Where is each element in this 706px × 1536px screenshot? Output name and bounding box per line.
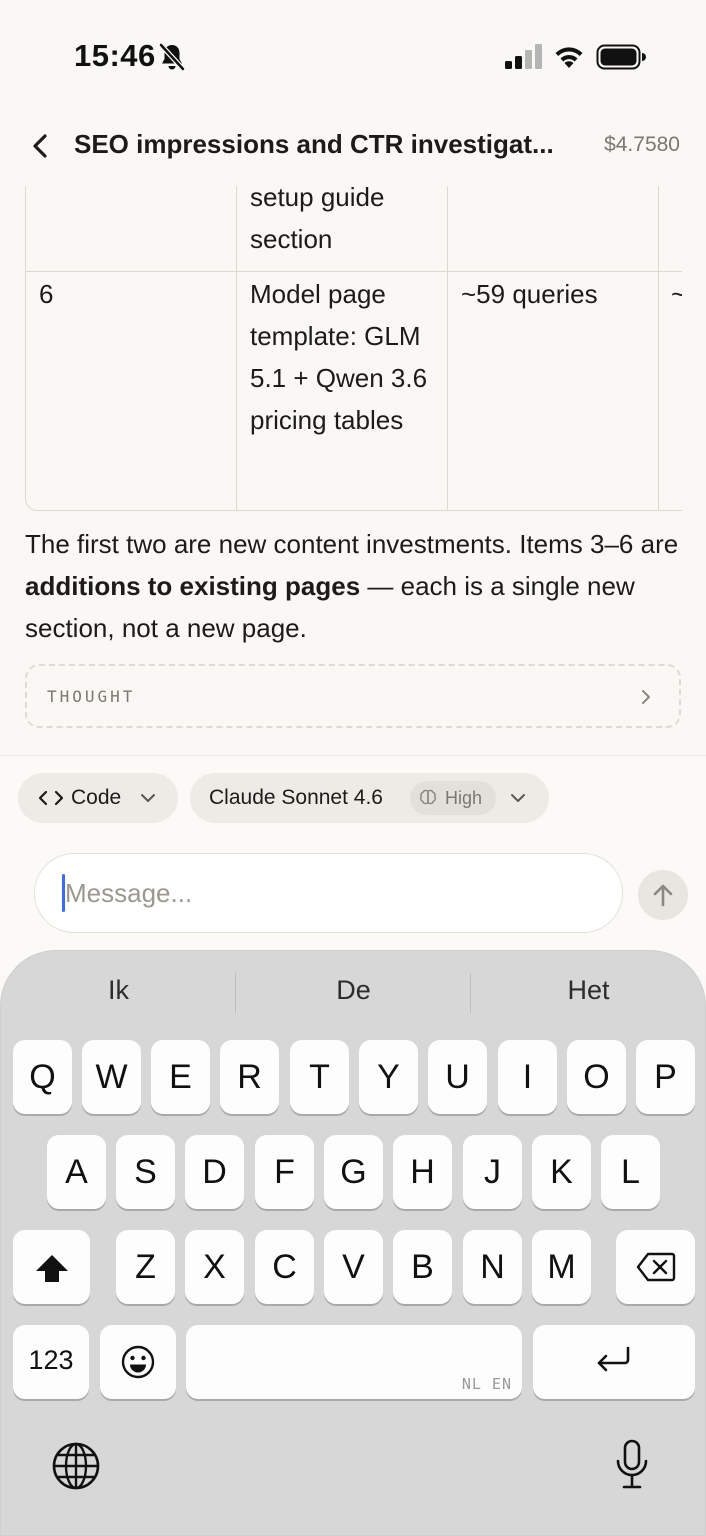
battery-icon [596,44,646,70]
backspace-key[interactable] [616,1230,695,1304]
key-a[interactable]: A [47,1135,106,1209]
table-cell: Model page template: GLM 5.1 + Qwen 3.6 … [237,272,448,510]
shift-key[interactable] [13,1230,90,1304]
send-button[interactable] [638,870,688,920]
table-cell [448,186,659,271]
composer: Code Claude Sonnet 4.6 High Message... [0,755,706,975]
key-j[interactable]: J [463,1135,522,1209]
bell-slash-icon [159,43,185,71]
emoji-key[interactable] [100,1325,176,1399]
table-cell: 6 [26,272,237,510]
key-e[interactable]: E [151,1040,210,1114]
numbers-key-label: 123 [28,1345,74,1375]
key-p[interactable]: P [636,1040,695,1114]
key-s[interactable]: S [116,1135,175,1209]
back-button[interactable] [24,126,56,166]
shift-icon [36,1255,68,1282]
key-o[interactable]: O [567,1040,626,1114]
key-y[interactable]: Y [359,1040,418,1114]
wifi-icon [555,47,583,68]
emoji-icon [121,1345,155,1379]
key-f[interactable]: F [255,1135,314,1209]
brain-icon [419,789,437,805]
space-language-indicator: NL EN [461,1375,512,1393]
table-cell: ~ [659,272,682,510]
key-g[interactable]: G [324,1135,383,1209]
globe-icon[interactable] [51,1441,101,1491]
chevron-down-icon [511,794,525,802]
table-cell [26,186,237,271]
numbers-key[interactable]: 123 [13,1325,89,1399]
onscreen-keyboard: Ik De Het Q W E R T Y U I O P A S D F G … [0,950,706,1536]
markdown-table: setup guide section 6 Model page templat… [25,186,682,511]
chat-header: SEO impressions and CTR investigat... $4… [0,118,706,174]
space-key[interactable]: NL EN [186,1325,522,1399]
cost-badge: $4.7580 [604,133,680,156]
key-r[interactable]: R [220,1040,279,1114]
microphone-icon[interactable] [614,1439,650,1491]
model-label: Claude Sonnet 4.6 [209,786,383,809]
table-row: 6 Model page template: GLM 5.1 + Qwen 3.… [26,272,682,510]
code-icon [38,790,64,806]
effort-label: High [445,788,483,808]
key-l[interactable]: L [601,1135,660,1209]
key-z[interactable]: Z [116,1230,175,1304]
table-cell: ~59 queries [448,272,659,510]
key-h[interactable]: H [393,1135,452,1209]
table-cell [659,186,682,271]
key-t[interactable]: T [290,1040,349,1114]
thought-toggle[interactable]: THOUGHT [25,664,681,728]
key-b[interactable]: B [393,1230,452,1304]
key-d[interactable]: D [185,1135,244,1209]
return-icon [597,1346,630,1372]
suggestion-1[interactable]: Ik [1,975,236,1006]
chevron-down-icon [141,794,155,802]
suggestion-2[interactable]: De [236,975,471,1006]
key-i[interactable]: I [498,1040,557,1114]
thought-label: THOUGHT [47,687,136,706]
key-q[interactable]: Q [13,1040,72,1114]
key-v[interactable]: V [324,1230,383,1304]
key-x[interactable]: X [185,1230,244,1304]
status-time: 15:46 [74,38,156,73]
table-row: setup guide section [26,186,682,272]
model-selector[interactable]: Claude Sonnet 4.6 High [190,773,549,823]
message-placeholder: Message... [65,878,193,908]
return-key[interactable] [533,1325,695,1399]
effort-badge: High [410,781,496,815]
chevron-right-icon [642,690,650,704]
suggestion-3[interactable]: Het [471,975,706,1006]
assistant-message-paragraph: The first two are new content investment… [25,529,679,643]
chat-title: SEO impressions and CTR investigat... [74,129,554,159]
mode-selector[interactable]: Code [18,773,178,823]
mode-label: Code [71,786,122,809]
key-w[interactable]: W [82,1040,141,1114]
key-u[interactable]: U [428,1040,487,1114]
key-k[interactable]: K [532,1135,591,1209]
backspace-icon [636,1252,676,1282]
message-input[interactable]: Message... [34,853,623,933]
key-c[interactable]: C [255,1230,314,1304]
table-cell: setup guide section [237,186,448,271]
signal-icon [505,44,542,69]
status-bar: 15:46 [0,0,706,110]
arrow-up-icon [653,884,673,907]
key-m[interactable]: M [532,1230,591,1304]
key-n[interactable]: N [463,1230,522,1304]
